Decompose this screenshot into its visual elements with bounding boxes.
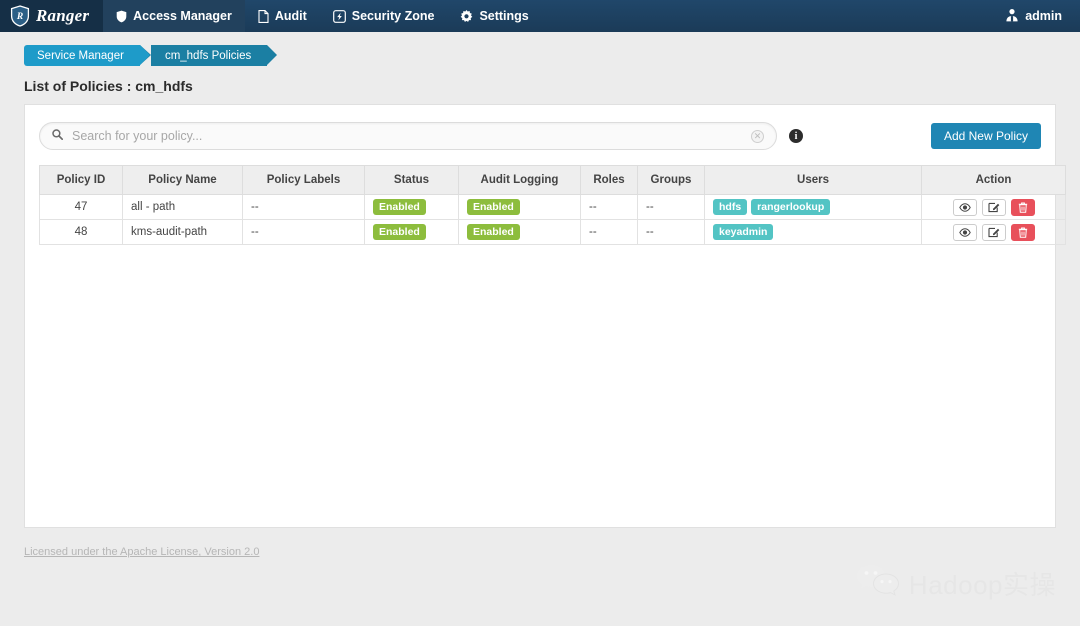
- bolt-icon: [332, 9, 346, 23]
- column-header-users[interactable]: Users: [704, 165, 922, 195]
- policy-groups: --: [637, 219, 705, 245]
- policy-roles: --: [580, 194, 638, 220]
- nav-item-security-zone[interactable]: Security Zone: [320, 0, 448, 32]
- search-box[interactable]: ✕: [39, 122, 777, 150]
- view-icon[interactable]: [952, 198, 977, 216]
- status-cell: Enabled: [364, 219, 459, 245]
- nav-item-audit-label: Audit: [274, 9, 307, 23]
- policy-id-link[interactable]: 48: [39, 219, 123, 245]
- column-header-roles[interactable]: Roles: [580, 165, 638, 195]
- nav-item-settings[interactable]: Settings: [447, 0, 541, 32]
- action-cell: [921, 194, 1066, 220]
- brand-logo-area[interactable]: R Ranger: [0, 0, 104, 32]
- status-badge: Enabled: [373, 223, 426, 241]
- page-title: List of Policies : cm_hdfs: [24, 78, 193, 94]
- policy-labels: --: [242, 219, 365, 245]
- top-navbar: R Ranger Access Manager Audit Security Z…: [0, 0, 1080, 32]
- audit-logging-cell: Enabled: [458, 194, 581, 220]
- status-cell: Enabled: [364, 194, 459, 220]
- nav-item-access-manager-label: Access Manager: [133, 9, 232, 23]
- audit-badge: Enabled: [467, 223, 520, 241]
- edit-icon[interactable]: [981, 198, 1006, 216]
- table-row: 47 all - path -- Enabled Enabled -- -- h…: [39, 194, 1066, 220]
- column-header-policy-id[interactable]: Policy ID: [39, 165, 123, 195]
- user-tag: keyadmin: [713, 223, 774, 241]
- status-badge: Enabled: [373, 198, 426, 216]
- search-input[interactable]: [70, 128, 751, 144]
- action-button-group: [952, 223, 1035, 241]
- column-header-action: Action: [921, 165, 1066, 195]
- add-new-policy-button[interactable]: Add New Policy: [930, 123, 1041, 149]
- policy-users-cell: keyadmin: [704, 219, 922, 245]
- file-icon: [258, 9, 269, 23]
- action-cell: [921, 219, 1066, 245]
- policies-table-body: 47 all - path -- Enabled Enabled -- -- h…: [39, 194, 1066, 245]
- breadcrumb: Service Manager cm_hdfs Policies: [0, 32, 1080, 68]
- search-icon: [52, 129, 64, 143]
- column-header-status[interactable]: Status: [364, 165, 459, 195]
- policy-name: kms-audit-path: [122, 219, 243, 245]
- watermark: Hadoop实操: [855, 563, 1056, 604]
- brand-title: Ranger: [36, 6, 90, 25]
- policy-labels: --: [242, 194, 365, 220]
- policy-groups: --: [637, 194, 705, 220]
- audit-logging-cell: Enabled: [458, 219, 581, 245]
- edit-icon[interactable]: [981, 223, 1006, 241]
- policy-roles: --: [580, 219, 638, 245]
- ranger-shield-logo-icon: R: [10, 5, 30, 27]
- action-button-group: [952, 198, 1035, 216]
- policy-id-link[interactable]: 47: [39, 194, 123, 220]
- user-menu[interactable]: admin: [995, 0, 1080, 32]
- nav-item-security-zone-label: Security Zone: [351, 9, 435, 23]
- column-header-policy-name[interactable]: Policy Name: [122, 165, 243, 195]
- info-icon[interactable]: i: [789, 129, 803, 143]
- delete-icon[interactable]: [1010, 223, 1035, 241]
- policy-name: all - path: [122, 194, 243, 220]
- user-icon: [1005, 8, 1019, 25]
- view-icon[interactable]: [952, 223, 977, 241]
- user-menu-label: admin: [1025, 9, 1062, 23]
- user-tag: rangerlookup: [751, 198, 831, 216]
- shield-icon: [116, 10, 127, 23]
- audit-badge: Enabled: [467, 198, 520, 216]
- license-link[interactable]: Licensed under the Apache License, Versi…: [24, 546, 259, 558]
- table-row: 48 kms-audit-path -- Enabled Enabled -- …: [39, 219, 1066, 245]
- breadcrumb-item-service-manager-label: Service Manager: [37, 49, 124, 62]
- svg-text:R: R: [16, 12, 23, 22]
- column-header-audit-logging[interactable]: Audit Logging: [458, 165, 581, 195]
- table-header-row: Policy ID Policy Name Policy Labels Stat…: [39, 165, 1066, 195]
- nav-item-access-manager[interactable]: Access Manager: [103, 0, 245, 32]
- breadcrumb-item-cm-hdfs-policies-label: cm_hdfs Policies: [164, 49, 252, 62]
- clear-icon[interactable]: ✕: [751, 129, 764, 143]
- wechat-icon: [855, 563, 901, 604]
- breadcrumb-item-cm-hdfs-policies[interactable]: cm_hdfs Policies: [139, 45, 278, 66]
- watermark-text: Hadoop实操: [908, 570, 1056, 600]
- column-header-policy-labels[interactable]: Policy Labels: [242, 165, 365, 195]
- policies-card: ✕ i Add New Policy Policy ID Policy Name…: [24, 104, 1066, 528]
- column-header-groups[interactable]: Groups: [637, 165, 705, 195]
- nav-item-audit[interactable]: Audit: [245, 0, 320, 32]
- nav-item-settings-label: Settings: [479, 9, 529, 23]
- breadcrumb-item-service-manager[interactable]: Service Manager: [24, 45, 150, 66]
- user-tag: hdfs: [713, 198, 748, 216]
- gear-icon: [460, 9, 473, 23]
- policy-users-cell: hdfs rangerlookup: [704, 194, 922, 220]
- policies-toolbar: ✕ i Add New Policy: [39, 119, 1041, 153]
- delete-icon[interactable]: [1010, 198, 1035, 216]
- policies-table: Policy ID Policy Name Policy Labels Stat…: [39, 165, 1066, 245]
